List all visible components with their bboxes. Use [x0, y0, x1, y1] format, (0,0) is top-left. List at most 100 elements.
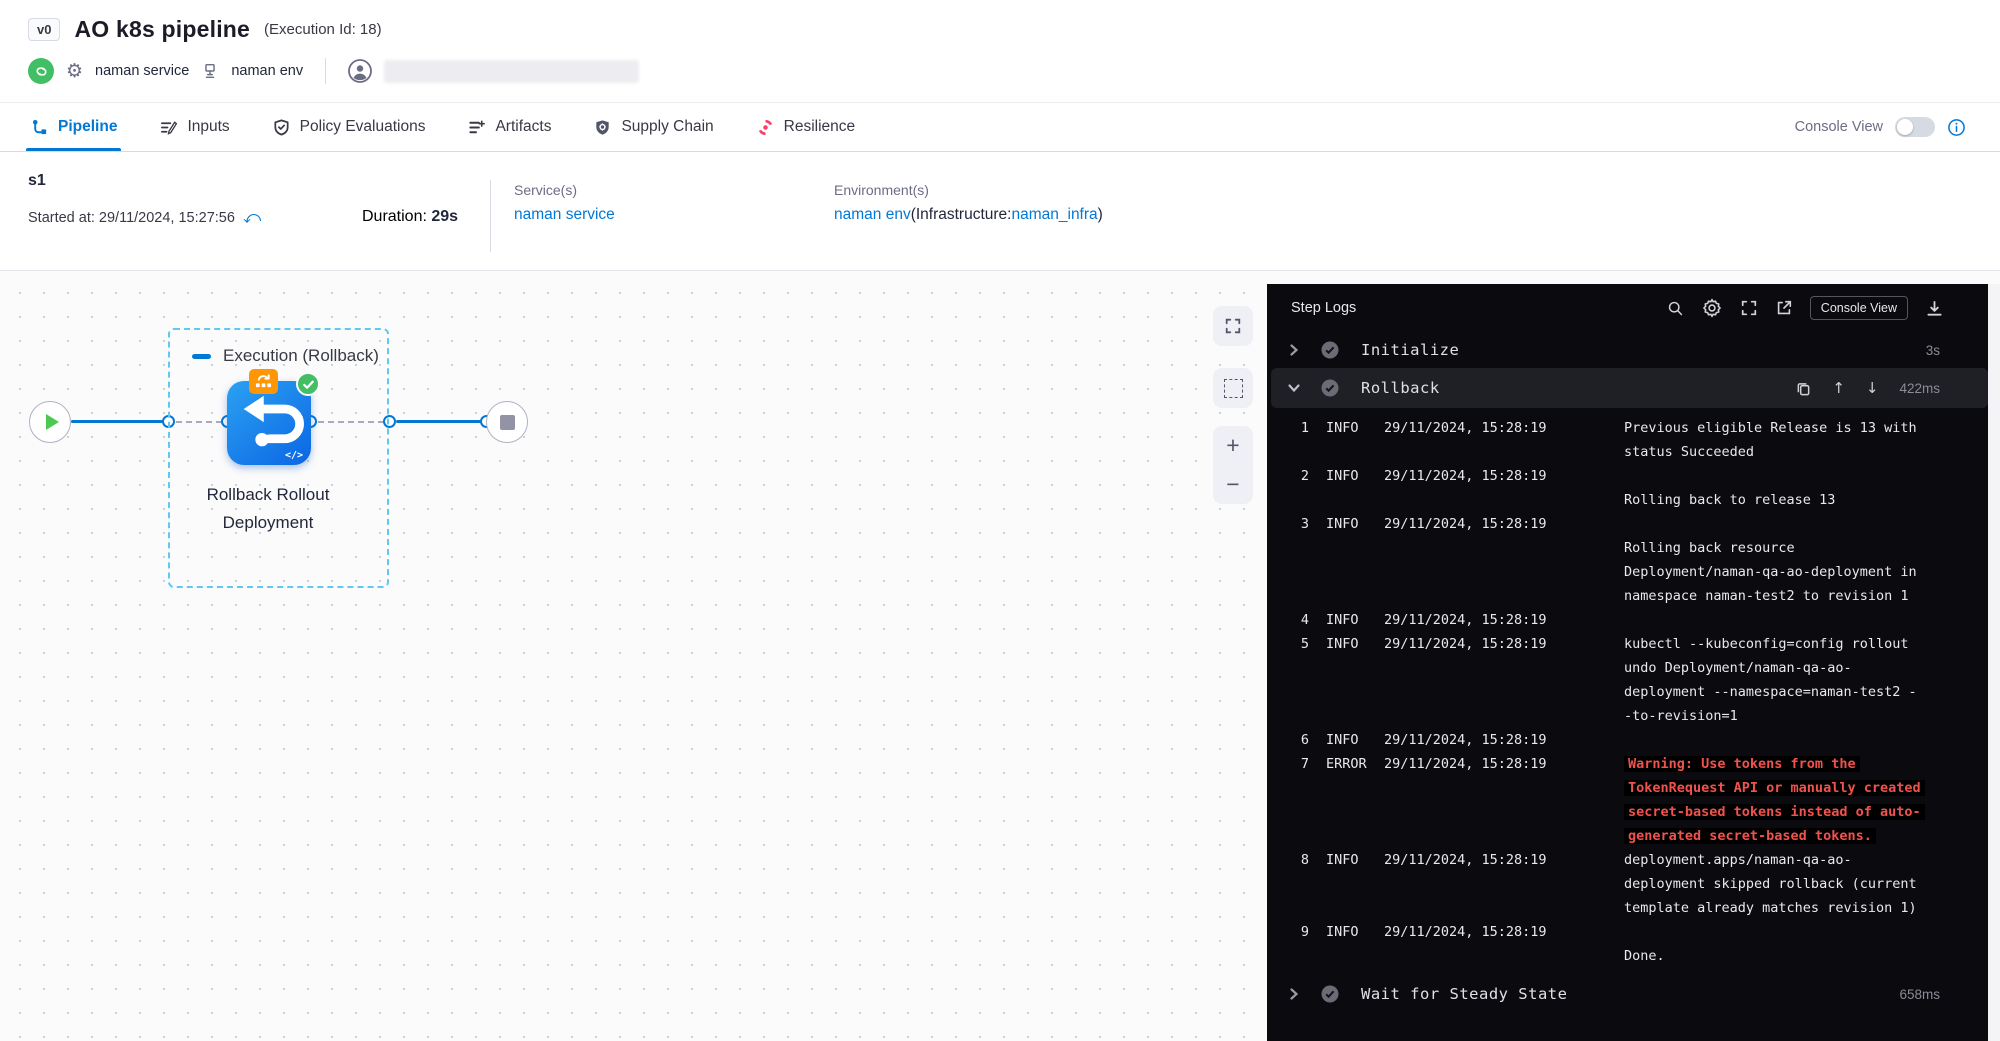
edge-start-to-group	[71, 420, 163, 423]
log-line: status Succeeded	[1267, 440, 2000, 464]
rollback-step-node[interactable]: </>	[227, 381, 311, 465]
log-timestamp: 29/11/2024, 15:28:19	[1384, 612, 1624, 628]
copy-logs-icon[interactable]	[1796, 381, 1811, 396]
execution-history-icon[interactable]: ⤺	[243, 208, 261, 228]
log-line-number: 2	[1289, 468, 1309, 484]
log-level: INFO	[1326, 612, 1384, 628]
pipeline-end-node[interactable]	[486, 401, 528, 443]
rollout-badge-icon	[249, 369, 278, 394]
expand-logs-icon[interactable]	[1740, 299, 1758, 317]
chevron-right-icon	[1287, 343, 1309, 357]
collapse-group-icon[interactable]	[192, 354, 211, 359]
marquee-select-icon	[1224, 379, 1243, 398]
log-message: Rolling back resource	[1624, 540, 1795, 556]
edge-group-to-end	[396, 420, 482, 423]
scroll-down-icon[interactable]: ↓	[1866, 379, 1879, 397]
group-title: Execution (Rollback)	[223, 346, 379, 366]
infrastructure-link[interactable]: naman_infra	[1011, 206, 1097, 223]
tab-policy-evaluations[interactable]: Policy Evaluations	[272, 103, 426, 151]
console-view-button[interactable]: Console View	[1810, 296, 1908, 320]
started-at: Started at: 29/11/2024, 15:27:56 ⤺	[28, 208, 261, 228]
scroll-up-icon[interactable]: ↑	[1832, 379, 1845, 397]
log-line-number: 7	[1289, 756, 1309, 772]
log-timestamp: 29/11/2024, 15:28:19	[1384, 516, 1624, 532]
canvas-fullscreen-button[interactable]	[1213, 306, 1253, 346]
environment-link[interactable]: naman env	[834, 206, 911, 223]
log-message: undo Deployment/naman-qa-ao-	[1624, 660, 1852, 676]
log-level: INFO	[1326, 420, 1384, 436]
log-timestamp: 29/11/2024, 15:28:19	[1384, 924, 1624, 940]
log-line: Deployment/naman-qa-ao-deployment in	[1267, 560, 2000, 584]
log-line: Rolling back resource	[1267, 536, 2000, 560]
log-level: INFO	[1326, 516, 1384, 532]
log-line: 5 INFO 29/11/2024, 15:28:19 kubectl --ku…	[1267, 632, 2000, 656]
canvas-select-button[interactable]	[1213, 368, 1253, 408]
tab-pipeline[interactable]: Pipeline	[30, 103, 117, 151]
log-line-number: 4	[1289, 612, 1309, 628]
log-message: deployment skipped rollback (current	[1624, 876, 1917, 892]
tab-resilience[interactable]: Resilience	[756, 103, 856, 151]
log-message: deployment --namespace=naman-test2 -	[1624, 684, 1917, 700]
avatar	[348, 59, 372, 83]
step-success-icon	[1320, 984, 1340, 1004]
log-step-rollback[interactable]: Rollback ↑ ↓ 422ms	[1271, 368, 1988, 408]
success-check-icon	[296, 372, 320, 396]
log-line-number: 3	[1289, 516, 1309, 532]
service-link[interactable]: naman service	[514, 206, 615, 224]
supply-chain-shield-icon	[593, 118, 612, 137]
log-timestamp: 29/11/2024, 15:28:19	[1384, 468, 1624, 484]
log-message: status Succeeded	[1624, 444, 1754, 460]
log-message: generated secret-based tokens.	[1624, 828, 1876, 844]
open-in-new-icon[interactable]	[1775, 299, 1793, 317]
log-timestamp: 29/11/2024, 15:28:19	[1384, 420, 1624, 436]
log-message: Deployment/naman-qa-ao-deployment in	[1624, 564, 1917, 580]
log-message: Warning: Use tokens from the	[1624, 756, 1860, 772]
step-duration: 3s	[1926, 343, 1940, 358]
log-line-number: 9	[1289, 924, 1309, 940]
log-line: 3 INFO 29/11/2024, 15:28:19	[1267, 512, 2000, 536]
log-timestamp: 29/11/2024, 15:28:19	[1384, 636, 1624, 652]
divider	[490, 180, 491, 252]
zoom-in-button[interactable]: +	[1226, 434, 1239, 457]
log-line: 9 INFO 29/11/2024, 15:28:19	[1267, 920, 2000, 944]
log-line: 7 ERROR 29/11/2024, 15:28:19 Warning: Us…	[1267, 752, 2000, 776]
search-icon[interactable]	[1667, 300, 1684, 317]
info-icon[interactable]	[1947, 118, 1966, 137]
tab-inputs[interactable]: Inputs	[159, 103, 229, 151]
log-level: INFO	[1326, 852, 1384, 868]
user-icon	[348, 59, 372, 83]
tab-artifacts[interactable]: Artifacts	[467, 103, 551, 151]
zoom-out-button[interactable]: −	[1226, 473, 1239, 496]
log-line: TokenRequest API or manually created	[1267, 776, 2000, 800]
environments-label: Environment(s)	[834, 182, 1103, 198]
step-success-icon	[1320, 378, 1340, 398]
log-line: 4 INFO 29/11/2024, 15:28:19	[1267, 608, 2000, 632]
step-logs-title: Step Logs	[1291, 300, 1356, 316]
stop-icon	[500, 415, 515, 430]
download-logs-icon[interactable]	[1925, 299, 1944, 318]
pipeline-start-node[interactable]	[29, 401, 71, 443]
log-line: generated secret-based tokens.	[1267, 824, 2000, 848]
link-icon	[34, 64, 49, 79]
log-message: Done.	[1624, 948, 1665, 964]
step-node-label: Rollback Rollout Deployment	[168, 481, 368, 537]
log-line: Done.	[1267, 944, 2000, 968]
tab-supply-chain[interactable]: Supply Chain	[593, 103, 713, 151]
artifacts-icon	[467, 118, 486, 137]
code-glyph: </>	[285, 450, 303, 461]
log-message: Rolling back to release 13	[1624, 492, 1835, 508]
log-line: 1 INFO 29/11/2024, 15:28:19 Previous eli…	[1267, 416, 2000, 440]
cd-module-icon	[28, 58, 54, 84]
log-message: deployment.apps/naman-qa-ao-	[1624, 852, 1852, 868]
log-settings-gear-icon[interactable]	[1701, 297, 1723, 319]
log-timestamp: 29/11/2024, 15:28:19	[1384, 852, 1624, 868]
log-step-wait-for-steady-state[interactable]: Wait for Steady State 658ms	[1271, 976, 1988, 1012]
log-scrollbar[interactable]	[1988, 284, 2000, 1041]
log-line: 6 INFO 29/11/2024, 15:28:19	[1267, 728, 2000, 752]
log-line-number: 5	[1289, 636, 1309, 652]
console-view-toggle[interactable]	[1895, 117, 1935, 137]
service-name: naman service	[95, 63, 189, 79]
log-line: -to-revision=1	[1267, 704, 2000, 728]
log-step-initialize[interactable]: Initialize 3s	[1271, 332, 1988, 368]
services-label: Service(s)	[514, 182, 615, 198]
